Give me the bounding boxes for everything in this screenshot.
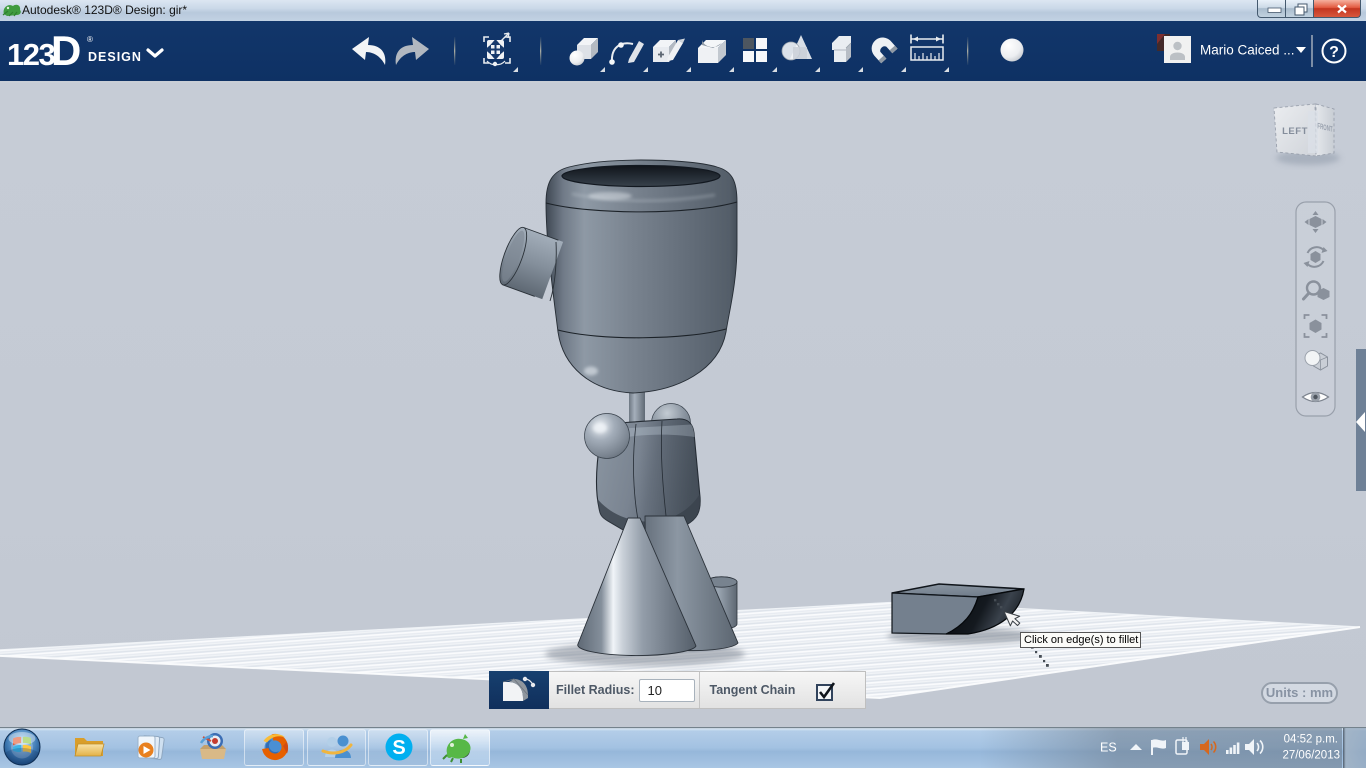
svg-text:123: 123 [7, 37, 55, 72]
svg-text:S: S [392, 737, 405, 759]
svg-text:04:52 p.m.: 04:52 p.m. [1284, 734, 1338, 746]
svg-text:27/06/2013: 27/06/2013 [1282, 750, 1340, 762]
svg-text:®: ® [87, 35, 93, 44]
svg-text:?: ? [1329, 44, 1339, 61]
svg-text:DESIGN: DESIGN [88, 50, 142, 64]
svg-text:LEFT: LEFT [1282, 126, 1308, 137]
svg-text:ES: ES [1100, 741, 1117, 755]
svg-text:D: D [51, 27, 81, 74]
svg-text:Mario Caiced ...: Mario Caiced ... [1200, 43, 1295, 58]
